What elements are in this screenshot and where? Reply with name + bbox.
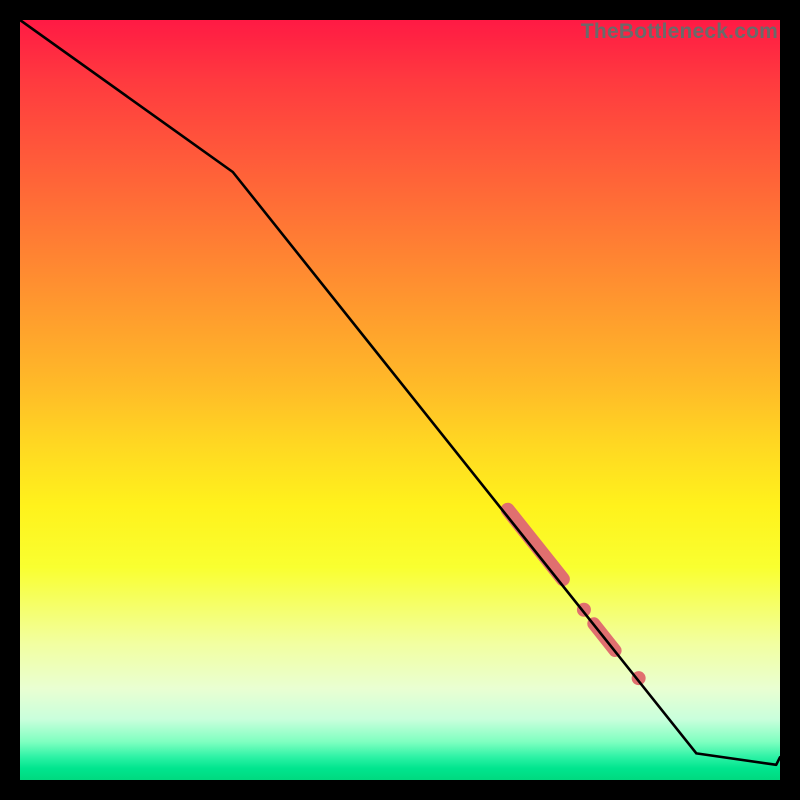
plot-area: TheBottleneck.com [20,20,780,780]
segment-a [508,510,563,579]
chart-stage: TheBottleneck.com [0,0,800,800]
markers-layer [508,510,646,685]
main-curve [20,20,780,765]
chart-svg [20,20,780,780]
